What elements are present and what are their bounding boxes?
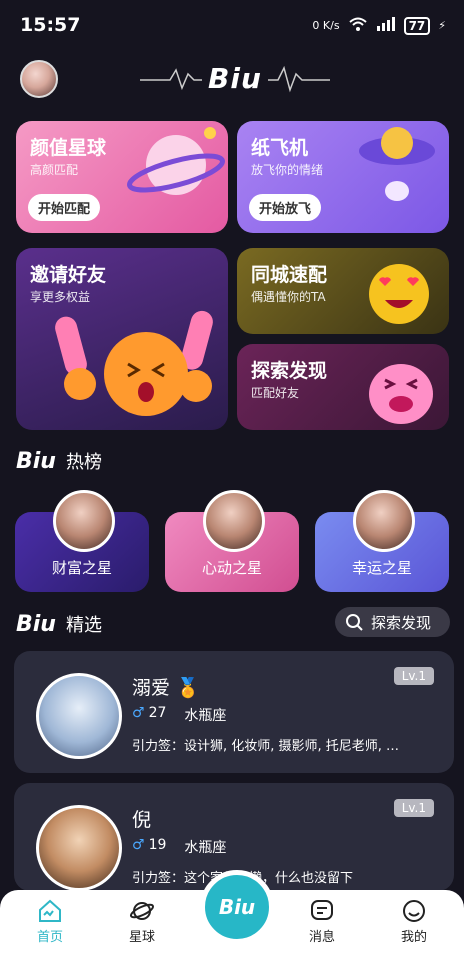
logo-text: Biu <box>208 62 262 95</box>
search-icon <box>346 614 363 631</box>
card-subtitle: 高颜匹配 <box>30 163 79 177</box>
tab-label: 我的 <box>400 930 427 945</box>
status-time: 15:57 <box>20 14 81 36</box>
explore-search-button[interactable]: 探索发现 <box>335 607 450 637</box>
center-biu-button[interactable]: Biu <box>200 870 274 944</box>
card-paper-plane[interactable]: 纸飞机 放飞你的情绪 开始放飞 <box>237 121 449 233</box>
network-speed: 0 K/s <box>312 19 340 32</box>
card-invite-friends[interactable]: 邀请好友 享更多权益 <box>16 248 228 430</box>
wifi-icon <box>348 16 368 35</box>
tab-planet[interactable]: 星球 <box>112 898 172 945</box>
tab-label: 消息 <box>308 930 335 945</box>
tab-label: 星球 <box>128 930 155 945</box>
heart-eyes-emoji-icon <box>369 264 429 324</box>
start-match-button[interactable]: 开始匹配 <box>28 194 101 221</box>
status-bar: 15:57 0 K/s 77 ⚡ <box>0 0 464 52</box>
hot-section-header: Biu 热榜 <box>16 448 102 474</box>
section-title: 热榜 <box>65 452 102 473</box>
tab-messages[interactable]: 消息 <box>292 898 352 945</box>
gender-icon: ♂ <box>132 837 145 853</box>
tab-label: 首页 <box>36 930 63 945</box>
system-nav-bar <box>0 950 464 970</box>
age: 27 <box>148 705 167 721</box>
card-title: 颜值星球 <box>30 137 107 159</box>
avatar <box>36 805 122 891</box>
card-subtitle: 匹配好友 <box>251 386 300 400</box>
zodiac: 水瓶座 <box>184 708 227 724</box>
card-title: 同城速配 <box>251 264 328 286</box>
avatar <box>353 490 415 552</box>
section-logo: Biu <box>16 448 56 474</box>
section-title: 精选 <box>65 615 102 636</box>
card-face-planet[interactable]: 颜值星球 高颜匹配 开始匹配 <box>16 121 228 233</box>
hot-item-heart[interactable]: 心动之星 <box>165 490 299 592</box>
explore-label: 探索发现 <box>371 613 432 632</box>
medal-icon: 🏅 <box>176 677 200 699</box>
battery-icon: 77 <box>403 16 431 35</box>
planet-tab-icon <box>129 902 155 920</box>
planet-icon <box>127 127 225 195</box>
profile-tags: 引力签：设计狮, 化妆师, 摄影师, 托尼老师, … <box>132 739 400 754</box>
avatar <box>36 673 122 759</box>
card-title: 纸飞机 <box>251 137 309 159</box>
avatar <box>203 490 265 552</box>
status-icons: 0 K/s 77 ⚡ <box>312 16 446 35</box>
card-subtitle: 享更多权益 <box>30 290 91 304</box>
card-title: 探索发现 <box>251 360 328 382</box>
hot-label: 心动之星 <box>201 559 262 577</box>
hot-label: 幸运之星 <box>351 559 412 577</box>
pink-monster-icon <box>369 364 433 424</box>
hot-item-wealth[interactable]: 财富之星 <box>15 490 149 592</box>
profile-name: 倪 <box>132 809 152 831</box>
tab-profile[interactable]: 我的 <box>384 898 444 945</box>
level-badge: Lv.1 <box>393 667 434 685</box>
picks-section-header: Biu 精选 <box>16 611 102 637</box>
top-bar: Biu <box>0 56 464 100</box>
level-badge: Lv.1 <box>393 799 434 817</box>
message-icon <box>311 900 333 920</box>
emoji-hands-icon <box>55 310 213 416</box>
avatar <box>53 490 115 552</box>
card-subtitle: 放飞你的情绪 <box>251 163 324 177</box>
profile-card[interactable]: 溺爱 🏅 ♂ 27 水瓶座 引力签：设计狮, 化妆师, 摄影师, 托尼老师, … … <box>14 651 454 773</box>
ufo-icon <box>359 127 435 201</box>
profile-meta: ♂ 27 水瓶座 <box>132 705 226 725</box>
zodiac: 水瓶座 <box>184 840 227 856</box>
card-nearby-match[interactable]: 同城速配 偶遇懂你的TA <box>237 248 449 334</box>
profile-icon <box>403 900 425 922</box>
profile-meta: ♂ 19 水瓶座 <box>132 837 226 857</box>
hot-item-lucky[interactable]: 幸运之星 <box>315 490 449 592</box>
app-logo: Biu <box>140 62 330 95</box>
home-icon <box>39 899 61 922</box>
profile-tags: 引力签：这个家伙很懒，什么也没留下 <box>132 867 438 886</box>
tab-home[interactable]: 首页 <box>20 898 80 945</box>
hot-label: 财富之星 <box>51 559 112 577</box>
user-avatar[interactable] <box>20 60 58 98</box>
signal-icon <box>376 17 396 34</box>
charging-icon: ⚡ <box>438 19 446 32</box>
card-title: 邀请好友 <box>30 264 107 286</box>
start-fly-button[interactable]: 开始放飞 <box>249 194 322 221</box>
section-logo: Biu <box>16 611 56 637</box>
gender-icon: ♂ <box>132 705 145 721</box>
card-subtitle: 偶遇懂你的TA <box>251 290 326 304</box>
age: 19 <box>148 837 167 853</box>
card-explore[interactable]: 探索发现 匹配好友 <box>237 344 449 430</box>
profile-name: 溺爱 🏅 <box>132 677 200 699</box>
